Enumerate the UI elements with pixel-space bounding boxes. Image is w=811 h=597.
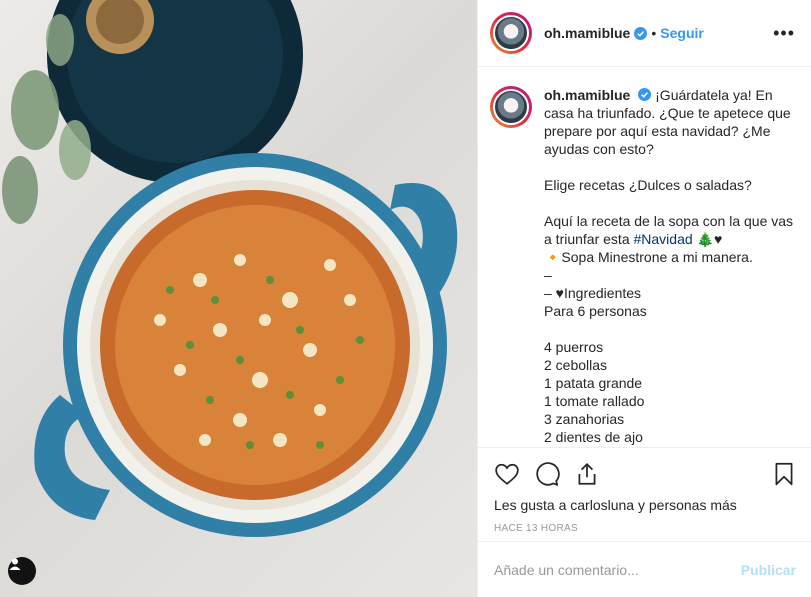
- caption-text: Elige recetas ¿Dulces o saladas?: [544, 177, 752, 193]
- username-link[interactable]: oh.mamiblue: [544, 25, 630, 41]
- profile-avatar[interactable]: [490, 12, 532, 54]
- caption-username[interactable]: oh.mamiblue: [544, 87, 630, 103]
- ingredient-item: 4 puerros: [544, 339, 604, 355]
- post-caption: oh.mamiblue ¡Guárdatela ya! En casa ha t…: [544, 86, 795, 447]
- follow-button[interactable]: Seguir: [660, 25, 704, 41]
- likes-summary[interactable]: Les gusta a carlosluna y personas más: [478, 497, 811, 513]
- post-photo[interactable]: [0, 0, 477, 597]
- publish-button[interactable]: Publicar: [741, 562, 796, 578]
- post-side-panel: oh.mamiblue • Seguir ••• oh.mamiblue ¡Gu…: [477, 0, 811, 597]
- more-options-icon[interactable]: •••: [773, 23, 795, 44]
- comment-icon[interactable]: [534, 461, 560, 487]
- verified-badge-icon: [638, 88, 652, 101]
- ingredient-item: 3 zanahorias: [544, 411, 625, 427]
- hashtag-link[interactable]: #Navidad: [634, 231, 693, 247]
- caption-text: – ♥Ingredientes: [544, 285, 642, 301]
- post-header: oh.mamiblue • Seguir •••: [478, 0, 811, 67]
- caption-emoji: 🎄♥: [692, 231, 723, 247]
- action-bar: [478, 447, 811, 499]
- ingredient-item: 1 tomate rallado: [544, 393, 645, 409]
- share-icon[interactable]: [574, 461, 600, 487]
- caption-text: 🔸Sopa Minestrone a mi manera.: [544, 249, 753, 265]
- ingredient-item: 2 dientes de ajo: [544, 429, 643, 445]
- caption-text: Para 6 personas: [544, 303, 647, 319]
- soup-pot-illustration: [2, 0, 458, 537]
- post-timestamp[interactable]: HACE 13 HORAS: [478, 523, 811, 534]
- comment-input[interactable]: [494, 561, 741, 578]
- user-tag-icon[interactable]: [8, 557, 36, 585]
- ingredient-item: 1 patata grande: [544, 375, 643, 391]
- separator-dot: •: [651, 25, 657, 41]
- add-comment-bar: Publicar: [478, 541, 811, 597]
- comments-area[interactable]: oh.mamiblue ¡Guárdatela ya! En casa ha t…: [478, 67, 811, 447]
- ingredient-item: 2 cebollas: [544, 357, 608, 373]
- verified-badge-icon: [634, 26, 648, 40]
- save-bookmark-icon[interactable]: [771, 461, 797, 487]
- instagram-post: oh.mamiblue • Seguir ••• oh.mamiblue ¡Gu…: [0, 0, 811, 597]
- caption-text: –: [544, 267, 552, 283]
- caption-avatar[interactable]: [490, 86, 532, 128]
- like-heart-icon[interactable]: [494, 461, 520, 487]
